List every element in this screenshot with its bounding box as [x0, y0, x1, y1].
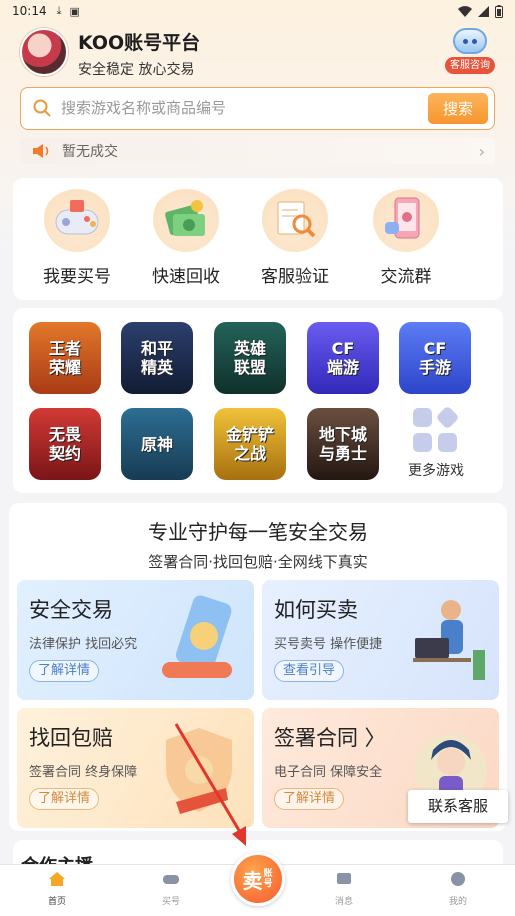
message-icon: [337, 873, 351, 884]
status-bar: 10:14 ⤓ ▣: [0, 0, 515, 22]
quick-action-buy[interactable]: 我要买号: [27, 186, 127, 287]
tab-home[interactable]: 首页: [27, 871, 87, 907]
quick-action-label: 我要买号: [43, 267, 111, 287]
quick-action-group[interactable]: 交流群: [356, 186, 456, 287]
game-tile-lol[interactable]: 英雄 联盟: [214, 322, 286, 394]
robot-icon: [453, 28, 487, 54]
learn-more-button[interactable]: 了解详情: [29, 660, 100, 682]
notice-text: 暂无成交: [62, 144, 118, 160]
chat-phone-icon: [373, 186, 439, 252]
game-name: 和平 精英: [140, 339, 173, 377]
game-tile-genshin[interactable]: 原神: [121, 408, 193, 480]
quick-action-label: 客服验证: [261, 267, 329, 287]
battery-icon: [495, 4, 503, 18]
game-tile-tft[interactable]: 金铲铲 之战: [214, 408, 286, 480]
promo-section: 专业守护每一笔安全交易 签署合同·找回包赔·全网线下真实 安全交易 法律保护 找…: [9, 503, 507, 831]
view-guide-button[interactable]: 查看引导: [274, 660, 345, 682]
speaker-icon: [33, 144, 49, 158]
notification-a-icon: ▣: [69, 4, 80, 18]
tab-buy[interactable]: 买号: [141, 871, 201, 907]
tile-desc: 法律保护 找回必究: [29, 637, 138, 652]
gamepad-icon: [44, 186, 110, 252]
promo-subtitle: 签署合同·找回包赔·全网线下真实: [148, 553, 368, 571]
header: KOO账号平台 安全稳定 放心交易 客服咨询: [20, 26, 495, 82]
tile-title: 如何买卖: [274, 598, 358, 622]
game-name: CF 端游: [326, 339, 359, 377]
download-icon: ⤓: [56, 4, 62, 17]
sell-account-button[interactable]: 卖账号: [231, 852, 285, 906]
promo-tile-safe-trade[interactable]: 安全交易 法律保护 找回必究 了解详情: [17, 580, 254, 700]
home-icon: [49, 872, 65, 886]
search-button[interactable]: 搜索: [428, 93, 488, 124]
bottom-tab-bar: 首页 买号 卖账号 消息 我的: [0, 852, 515, 916]
signal-icon: [478, 5, 489, 17]
game-name: 地下城 与勇士: [318, 425, 367, 463]
tile-desc: 买号卖号 操作便捷: [274, 637, 383, 652]
avatar[interactable]: [20, 28, 68, 76]
status-time: 10:14: [12, 4, 47, 18]
gamepad-icon: [163, 875, 179, 884]
game-tile-cf-mobile[interactable]: CF 手游: [399, 322, 471, 394]
transaction-notice[interactable]: 暂无成交 ›: [20, 138, 495, 164]
sell-label: 卖: [242, 868, 263, 893]
game-name: 英雄 联盟: [233, 339, 266, 377]
quick-action-label: 交流群: [380, 267, 432, 287]
learn-more-button[interactable]: 了解详情: [274, 788, 345, 810]
person-laptop-illustration: [413, 600, 485, 680]
tab-label: 我的: [448, 897, 467, 907]
customer-service-label: 客服咨询: [445, 57, 495, 74]
tab-label: 消息: [334, 897, 353, 907]
quick-actions-card: 我要买号 快速回收 客服验证 交流群: [13, 178, 503, 300]
chevron-right-icon: ›: [478, 141, 485, 161]
app-title: KOO账号平台: [78, 32, 201, 54]
quick-action-label: 快速回收: [152, 267, 220, 287]
grid-icon: [413, 405, 460, 454]
wifi-icon: [458, 5, 472, 17]
search-input[interactable]: [61, 96, 401, 120]
tile-title: 安全交易: [29, 598, 113, 622]
quick-action-verify[interactable]: 客服验证: [245, 186, 345, 287]
search-icon: [33, 99, 51, 117]
money-icon: [153, 186, 219, 252]
game-tile-valorant[interactable]: 无畏 契约: [29, 408, 101, 480]
search-bar: 搜索: [20, 87, 495, 130]
game-tile-peace-elite[interactable]: 和平 精英: [121, 322, 193, 394]
tile-title: 签署合同 〉: [274, 726, 386, 750]
more-games-button[interactable]: 更多游戏: [391, 405, 481, 480]
shield-icon: [166, 728, 232, 814]
game-name: 王者 荣耀: [48, 339, 81, 377]
game-name: 无畏 契约: [48, 425, 81, 463]
game-name: 金铲铲 之战: [225, 425, 274, 463]
tab-profile[interactable]: 我的: [428, 871, 488, 907]
profile-icon: [451, 872, 465, 886]
more-games-label: 更多游戏: [408, 463, 464, 479]
verify-icon: [262, 186, 328, 252]
promo-tile-compensation[interactable]: 找回包赔 签署合同 终身保障 了解详情: [17, 708, 254, 828]
learn-more-button[interactable]: 了解详情: [29, 788, 100, 810]
promo-tile-how-to-trade[interactable]: 如何买卖 买号卖号 操作便捷 查看引导: [262, 580, 499, 700]
game-tile-dnf[interactable]: 地下城 与勇士: [307, 408, 379, 480]
game-name: 原神: [140, 434, 173, 454]
tab-label: 买号: [161, 897, 180, 907]
promo-title: 专业守护每一笔安全交易: [148, 520, 368, 544]
game-name: CF 手游: [418, 339, 451, 377]
quick-action-recycle[interactable]: 快速回收: [136, 186, 236, 287]
contact-service-button[interactable]: 联系客服: [408, 790, 508, 823]
customer-service-button[interactable]: 客服咨询: [445, 26, 495, 78]
tab-messages[interactable]: 消息: [314, 871, 374, 907]
tile-title: 找回包赔: [29, 726, 113, 750]
games-grid: 王者 荣耀 和平 精英 英雄 联盟 CF 端游 CF 手游 无畏 契约 原神 金…: [13, 308, 503, 493]
sell-sublabel: 账号: [263, 869, 273, 889]
game-tile-honor-of-kings[interactable]: 王者 荣耀: [29, 322, 101, 394]
app-subtitle: 安全稳定 放心交易: [78, 62, 195, 78]
phone-coin-illustration: [162, 595, 232, 678]
tile-desc: 签署合同 终身保障: [29, 765, 138, 780]
game-tile-cf-pc[interactable]: CF 端游: [307, 322, 379, 394]
tab-label: 首页: [47, 897, 66, 907]
tile-desc: 电子合同 保障安全: [274, 765, 383, 780]
